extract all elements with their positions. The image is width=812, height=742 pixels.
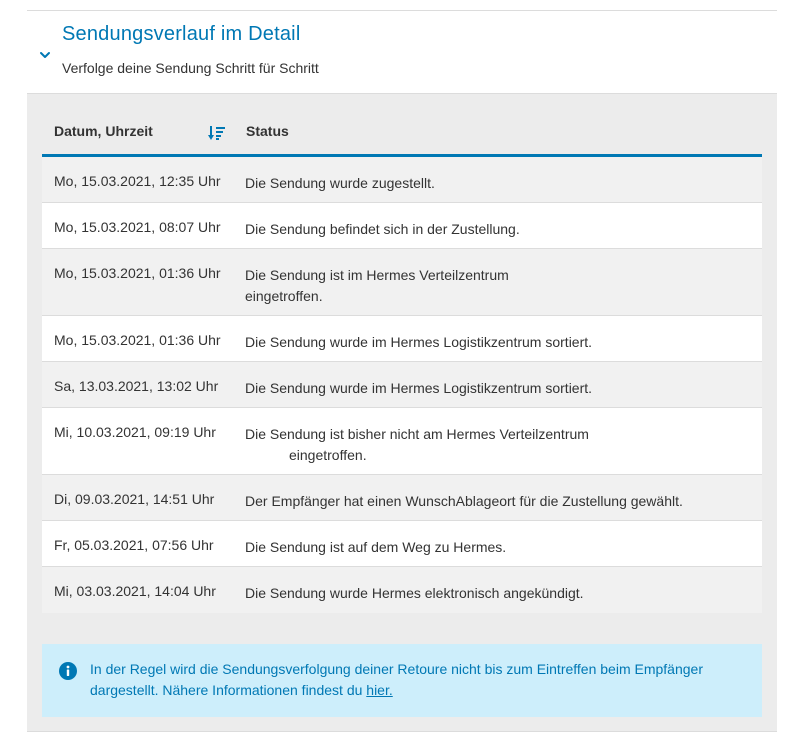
- table-row: Di, 09.03.2021, 14:51 Uhr Der Empfänger …: [42, 475, 762, 521]
- row-date: Mo, 15.03.2021, 08:07 Uhr: [54, 219, 221, 235]
- table-row: Sa, 13.03.2021, 13:02 Uhr Die Sendung wu…: [42, 362, 762, 408]
- row-status: Die Sendung wurde Hermes elektronisch an…: [245, 585, 584, 601]
- row-status-line: eingetroffen.: [289, 447, 367, 463]
- info-icon: [59, 662, 77, 680]
- row-date: Fr, 05.03.2021, 07:56 Uhr: [54, 537, 214, 553]
- row-status: Die Sendung ist auf dem Weg zu Hermes.: [245, 539, 507, 555]
- table-row: Mo, 15.03.2021, 08:07 Uhr Die Sendung be…: [42, 203, 762, 249]
- info-text-line: dargestellt. Nähere Informationen findes…: [90, 680, 750, 701]
- table-row: Mo, 15.03.2021, 12:35 Uhr Die Sendung wu…: [42, 157, 762, 203]
- info-text-line: In der Regel wird die Sendungsverfolgung…: [90, 661, 703, 677]
- info-text: In der Regel wird die Sendungsverfolgung…: [90, 659, 750, 701]
- shipment-history-accordion: Sendungsverlauf im Detail Verfolge deine…: [27, 10, 777, 732]
- chevron-down-icon[interactable]: [37, 47, 53, 63]
- accordion-subtitle: Verfolge deine Sendung Schritt für Schri…: [62, 60, 319, 76]
- accordion-title[interactable]: Sendungsverlauf im Detail: [62, 23, 300, 46]
- row-date: Mo, 15.03.2021, 01:36 Uhr: [54, 332, 221, 348]
- row-date: Mi, 10.03.2021, 09:19 Uhr: [54, 424, 216, 440]
- row-date: Mi, 03.03.2021, 14:04 Uhr: [54, 583, 216, 599]
- info-text-part: dargestellt. Nähere Informationen findes…: [90, 682, 363, 698]
- table-row: Fr, 05.03.2021, 07:56 Uhr Die Sendung is…: [42, 521, 762, 567]
- table-row: Mo, 15.03.2021, 01:36 Uhr Die Sendung wu…: [42, 316, 762, 362]
- accordion-header[interactable]: Sendungsverlauf im Detail Verfolge deine…: [27, 11, 777, 93]
- row-status: Die Sendung ist im Hermes Verteilzentrum…: [245, 265, 725, 307]
- table-row: Mo, 15.03.2021, 01:36 Uhr Die Sendung is…: [42, 249, 762, 316]
- row-status: Die Sendung befindet sich in der Zustell…: [245, 221, 520, 237]
- column-header-date[interactable]: Datum, Uhrzeit: [54, 123, 153, 139]
- row-date: Di, 09.03.2021, 14:51 Uhr: [54, 491, 215, 507]
- row-date: Mo, 15.03.2021, 01:36 Uhr: [54, 265, 221, 281]
- info-notice: In der Regel wird die Sendungsverfolgung…: [42, 644, 762, 717]
- table-row: Mi, 03.03.2021, 14:04 Uhr Die Sendung wu…: [42, 567, 762, 613]
- tracking-table: Datum, Uhrzeit Status Mo, 15.03.2021, 12…: [42, 109, 762, 613]
- row-date: Sa, 13.03.2021, 13:02 Uhr: [54, 378, 219, 394]
- table-header: Datum, Uhrzeit Status: [42, 109, 762, 157]
- column-header-status: Status: [246, 123, 289, 139]
- row-status: Die Sendung ist bisher nicht am Hermes V…: [245, 424, 725, 466]
- row-status-line: Die Sendung ist im Hermes Verteilzentrum: [245, 267, 509, 283]
- info-link[interactable]: hier.: [366, 682, 392, 698]
- row-status: Die Sendung wurde im Hermes Logistikzent…: [245, 380, 593, 396]
- row-date: Mo, 15.03.2021, 12:35 Uhr: [54, 173, 221, 189]
- row-status: Der Empfänger hat einen WunschAblageort …: [245, 493, 683, 509]
- row-status: Die Sendung wurde im Hermes Logistikzent…: [245, 334, 593, 350]
- accordion-body: Datum, Uhrzeit Status Mo, 15.03.2021, 12…: [27, 93, 777, 731]
- table-row: Mi, 10.03.2021, 09:19 Uhr Die Sendung is…: [42, 408, 762, 475]
- sort-descending-icon[interactable]: [208, 125, 226, 141]
- row-status-line: eingetroffen.: [245, 288, 323, 304]
- row-status: Die Sendung wurde zugestellt.: [245, 175, 435, 191]
- row-status-line: Die Sendung ist bisher nicht am Hermes V…: [245, 426, 589, 442]
